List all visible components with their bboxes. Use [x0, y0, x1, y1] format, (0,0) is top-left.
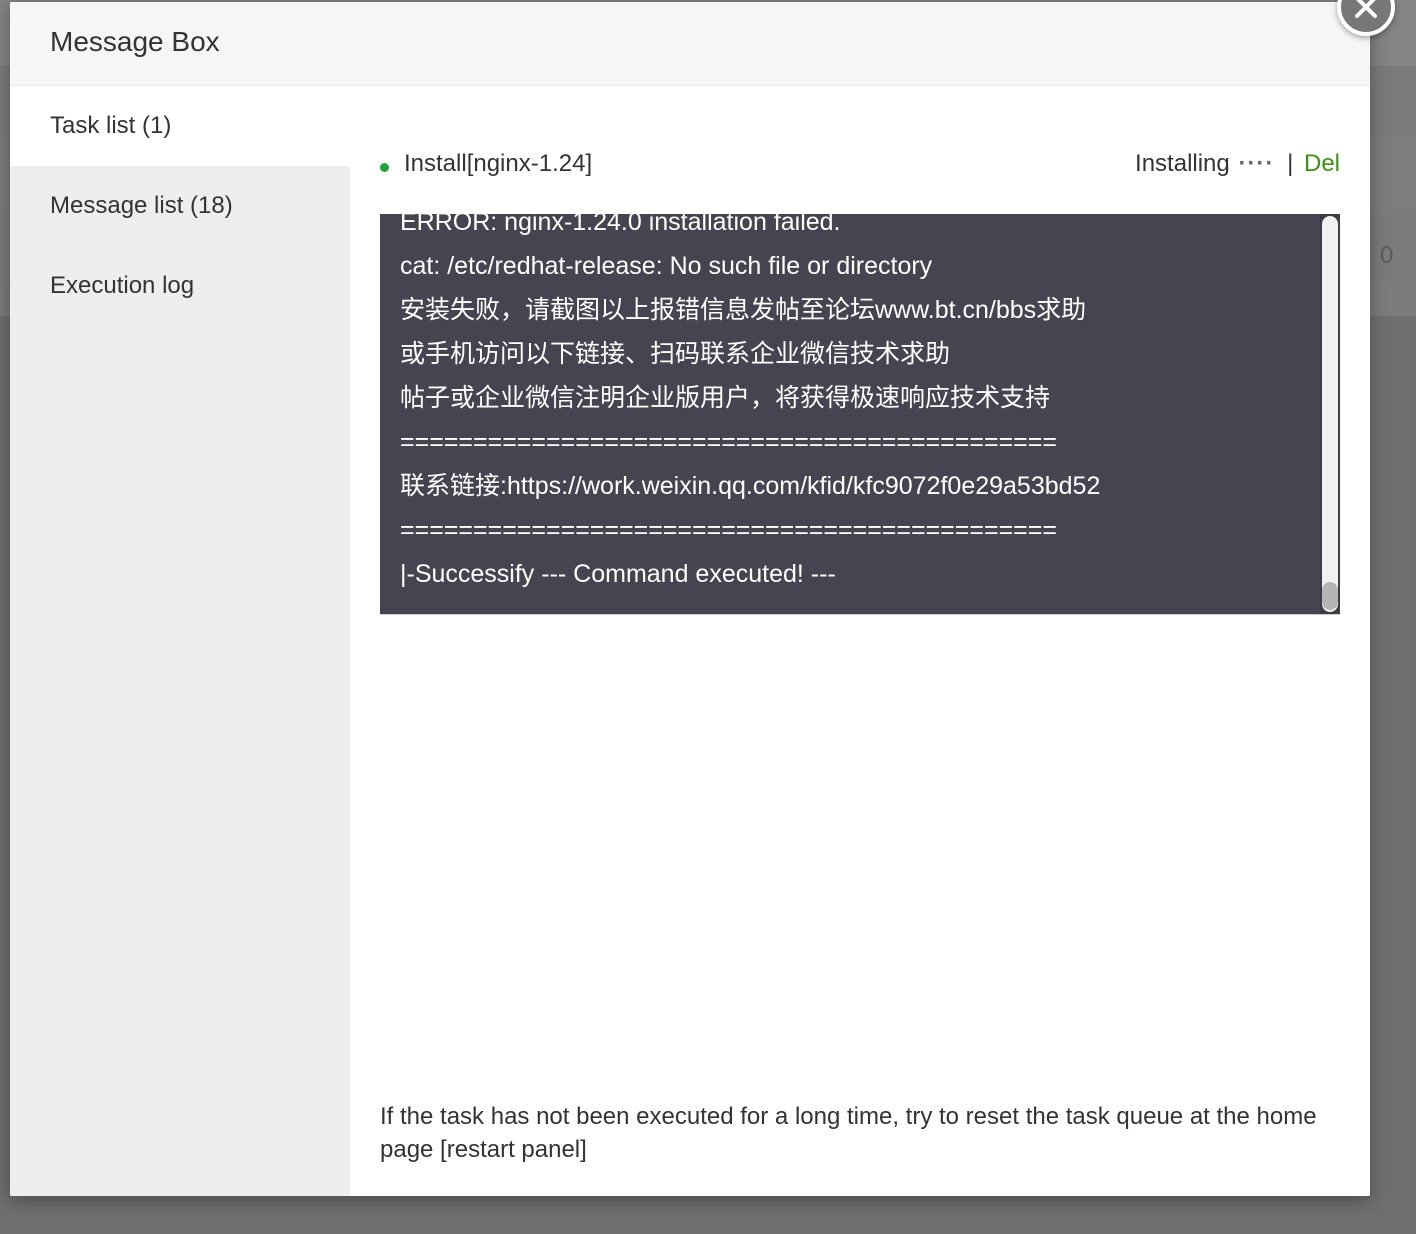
tab-message-list[interactable]: Message list (18): [10, 166, 350, 246]
dialog-header: Message Box: [10, 2, 1370, 86]
task-row: Install[nginx-1.24] Installing ···· | De…: [380, 146, 1340, 182]
task-content-panel: Install[nginx-1.24] Installing ···· | De…: [350, 86, 1370, 1196]
console-line: ========================================…: [400, 428, 1057, 456]
background-number: 0: [1380, 242, 1394, 269]
console-line: 联系链接:https://work.weixin.qq.com/kfid/kfc…: [400, 472, 1101, 500]
scrollbar-thumb[interactable]: [1322, 582, 1338, 610]
dialog-sidebar: Task list (1) Message list (18) Executio…: [10, 86, 350, 1196]
console-line: 或手机访问以下链接、扫码联系企业微信技术求助: [400, 340, 951, 368]
queue-reset-hint: If the task has not been executed for a …: [380, 1103, 1317, 1163]
console-line: |-Successify --- Command executed! ---: [400, 560, 836, 588]
delete-task-link[interactable]: Del: [1304, 150, 1340, 177]
status-separator: |: [1287, 150, 1294, 177]
loading-dots-icon: ····: [1238, 150, 1275, 177]
tab-task-list[interactable]: Task list (1): [10, 86, 350, 166]
message-box-dialog: Message Box Task list (1) Message list (…: [10, 2, 1370, 1196]
console-scrollbar[interactable]: [1320, 214, 1340, 614]
task-name: Install[nginx-1.24]: [404, 150, 593, 177]
status-dot-icon: [380, 163, 389, 172]
console-line: 帖子或企业微信注明企业版用户，将获得极速响应技术支持: [400, 384, 1051, 412]
install-log-console[interactable]: ERROR: nginx-1.24.0 installation failed.…: [380, 214, 1340, 615]
task-status-text: Installing: [1135, 150, 1230, 177]
close-icon: [1355, 0, 1377, 18]
dialog-title: Message Box: [50, 26, 220, 57]
console-line: ERROR: nginx-1.24.0 installation failed.: [400, 214, 841, 236]
console-lines: ERROR: nginx-1.24.0 installation failed.…: [400, 214, 1320, 596]
tab-execution-log[interactable]: Execution log: [10, 246, 350, 326]
scrollbar-track: [1322, 216, 1338, 612]
console-line: cat: /etc/redhat-release: No such file o…: [400, 252, 933, 280]
console-line: ========================================…: [400, 516, 1057, 544]
task-status-group: Installing ···· | Del: [1135, 150, 1340, 178]
console-line: 安装失败，请截图以上报错信息发帖至论坛www.bt.cn/bbs求助: [400, 296, 1087, 324]
